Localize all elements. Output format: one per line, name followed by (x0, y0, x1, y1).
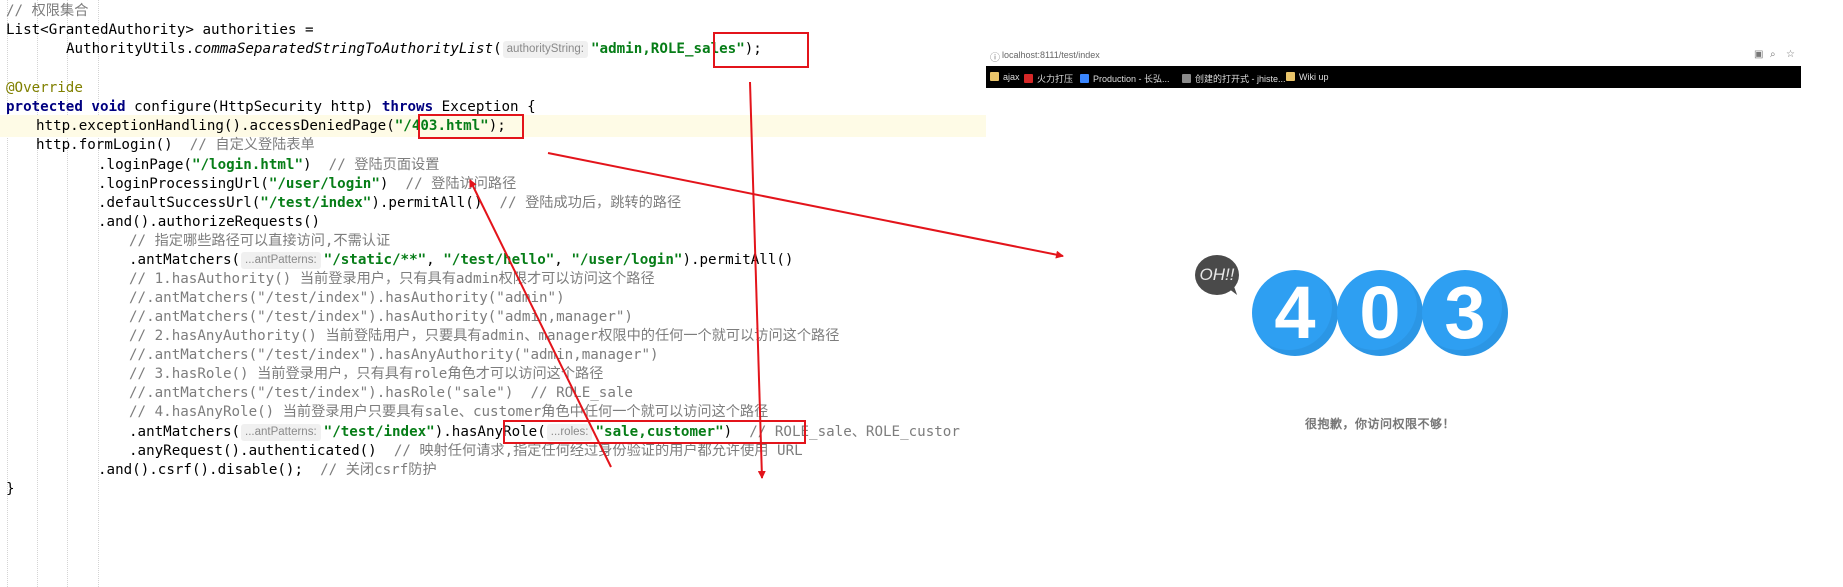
bookmark-icon[interactable]: ▣ (1754, 49, 1763, 60)
annotation-box-403-page (418, 114, 524, 139)
folder-icon (1286, 72, 1295, 81)
star-icon[interactable]: ☆ (1786, 49, 1795, 60)
error-digit: 3 (1422, 270, 1508, 356)
address-bar[interactable]: ⓘ localhost:8111/test/index ▣ ⌕ ☆ (986, 47, 1801, 66)
param-hint: authorityString: (502, 41, 588, 58)
site-icon (1182, 74, 1191, 83)
param-hint: ...antPatterns: (241, 252, 321, 269)
error-digit: 0 (1337, 270, 1423, 356)
annotation-box-hasanyrole (503, 420, 806, 444)
code-editor[interactable]: // 权限集合 List<GrantedAuthority> authoriti… (0, 0, 990, 587)
bookmark-item[interactable]: 火力打压 (1024, 72, 1073, 85)
error-digit: 4 (1252, 270, 1338, 356)
page-icon: ⓘ (990, 53, 1000, 64)
site-icon (1024, 74, 1033, 83)
bookmark-item[interactable]: Production - 长弘... (1080, 72, 1170, 85)
access-denied-message: 很抱歉，你访问权限不够！ (1305, 417, 1456, 431)
code-line: } (6, 481, 15, 497)
code-line: AuthorityUtils.commaSeparatedStringToAut… (66, 41, 762, 58)
bookmarks-bar: ajax 火力打压 Production - 长弘... 创建的打开式 - jh… (986, 66, 1801, 88)
bookmark-item[interactable]: 创建的打开式 - jhiste... (1182, 72, 1286, 85)
folder-icon (990, 72, 999, 81)
annotation-box-role-sales (713, 32, 809, 68)
bookmark-item[interactable]: Wiki up (1286, 72, 1329, 82)
zoom-icon[interactable]: ⌕ (1770, 49, 1776, 60)
param-hint: ...antPatterns: (241, 424, 321, 441)
indent-guide (98, 0, 99, 587)
site-icon (1080, 74, 1089, 83)
url-text[interactable]: localhost:8111/test/index (1002, 50, 1100, 60)
bookmark-item[interactable]: ajax (990, 72, 1020, 82)
code-line: .and().csrf().disable(); // 关闭csrf防护 (98, 462, 437, 478)
